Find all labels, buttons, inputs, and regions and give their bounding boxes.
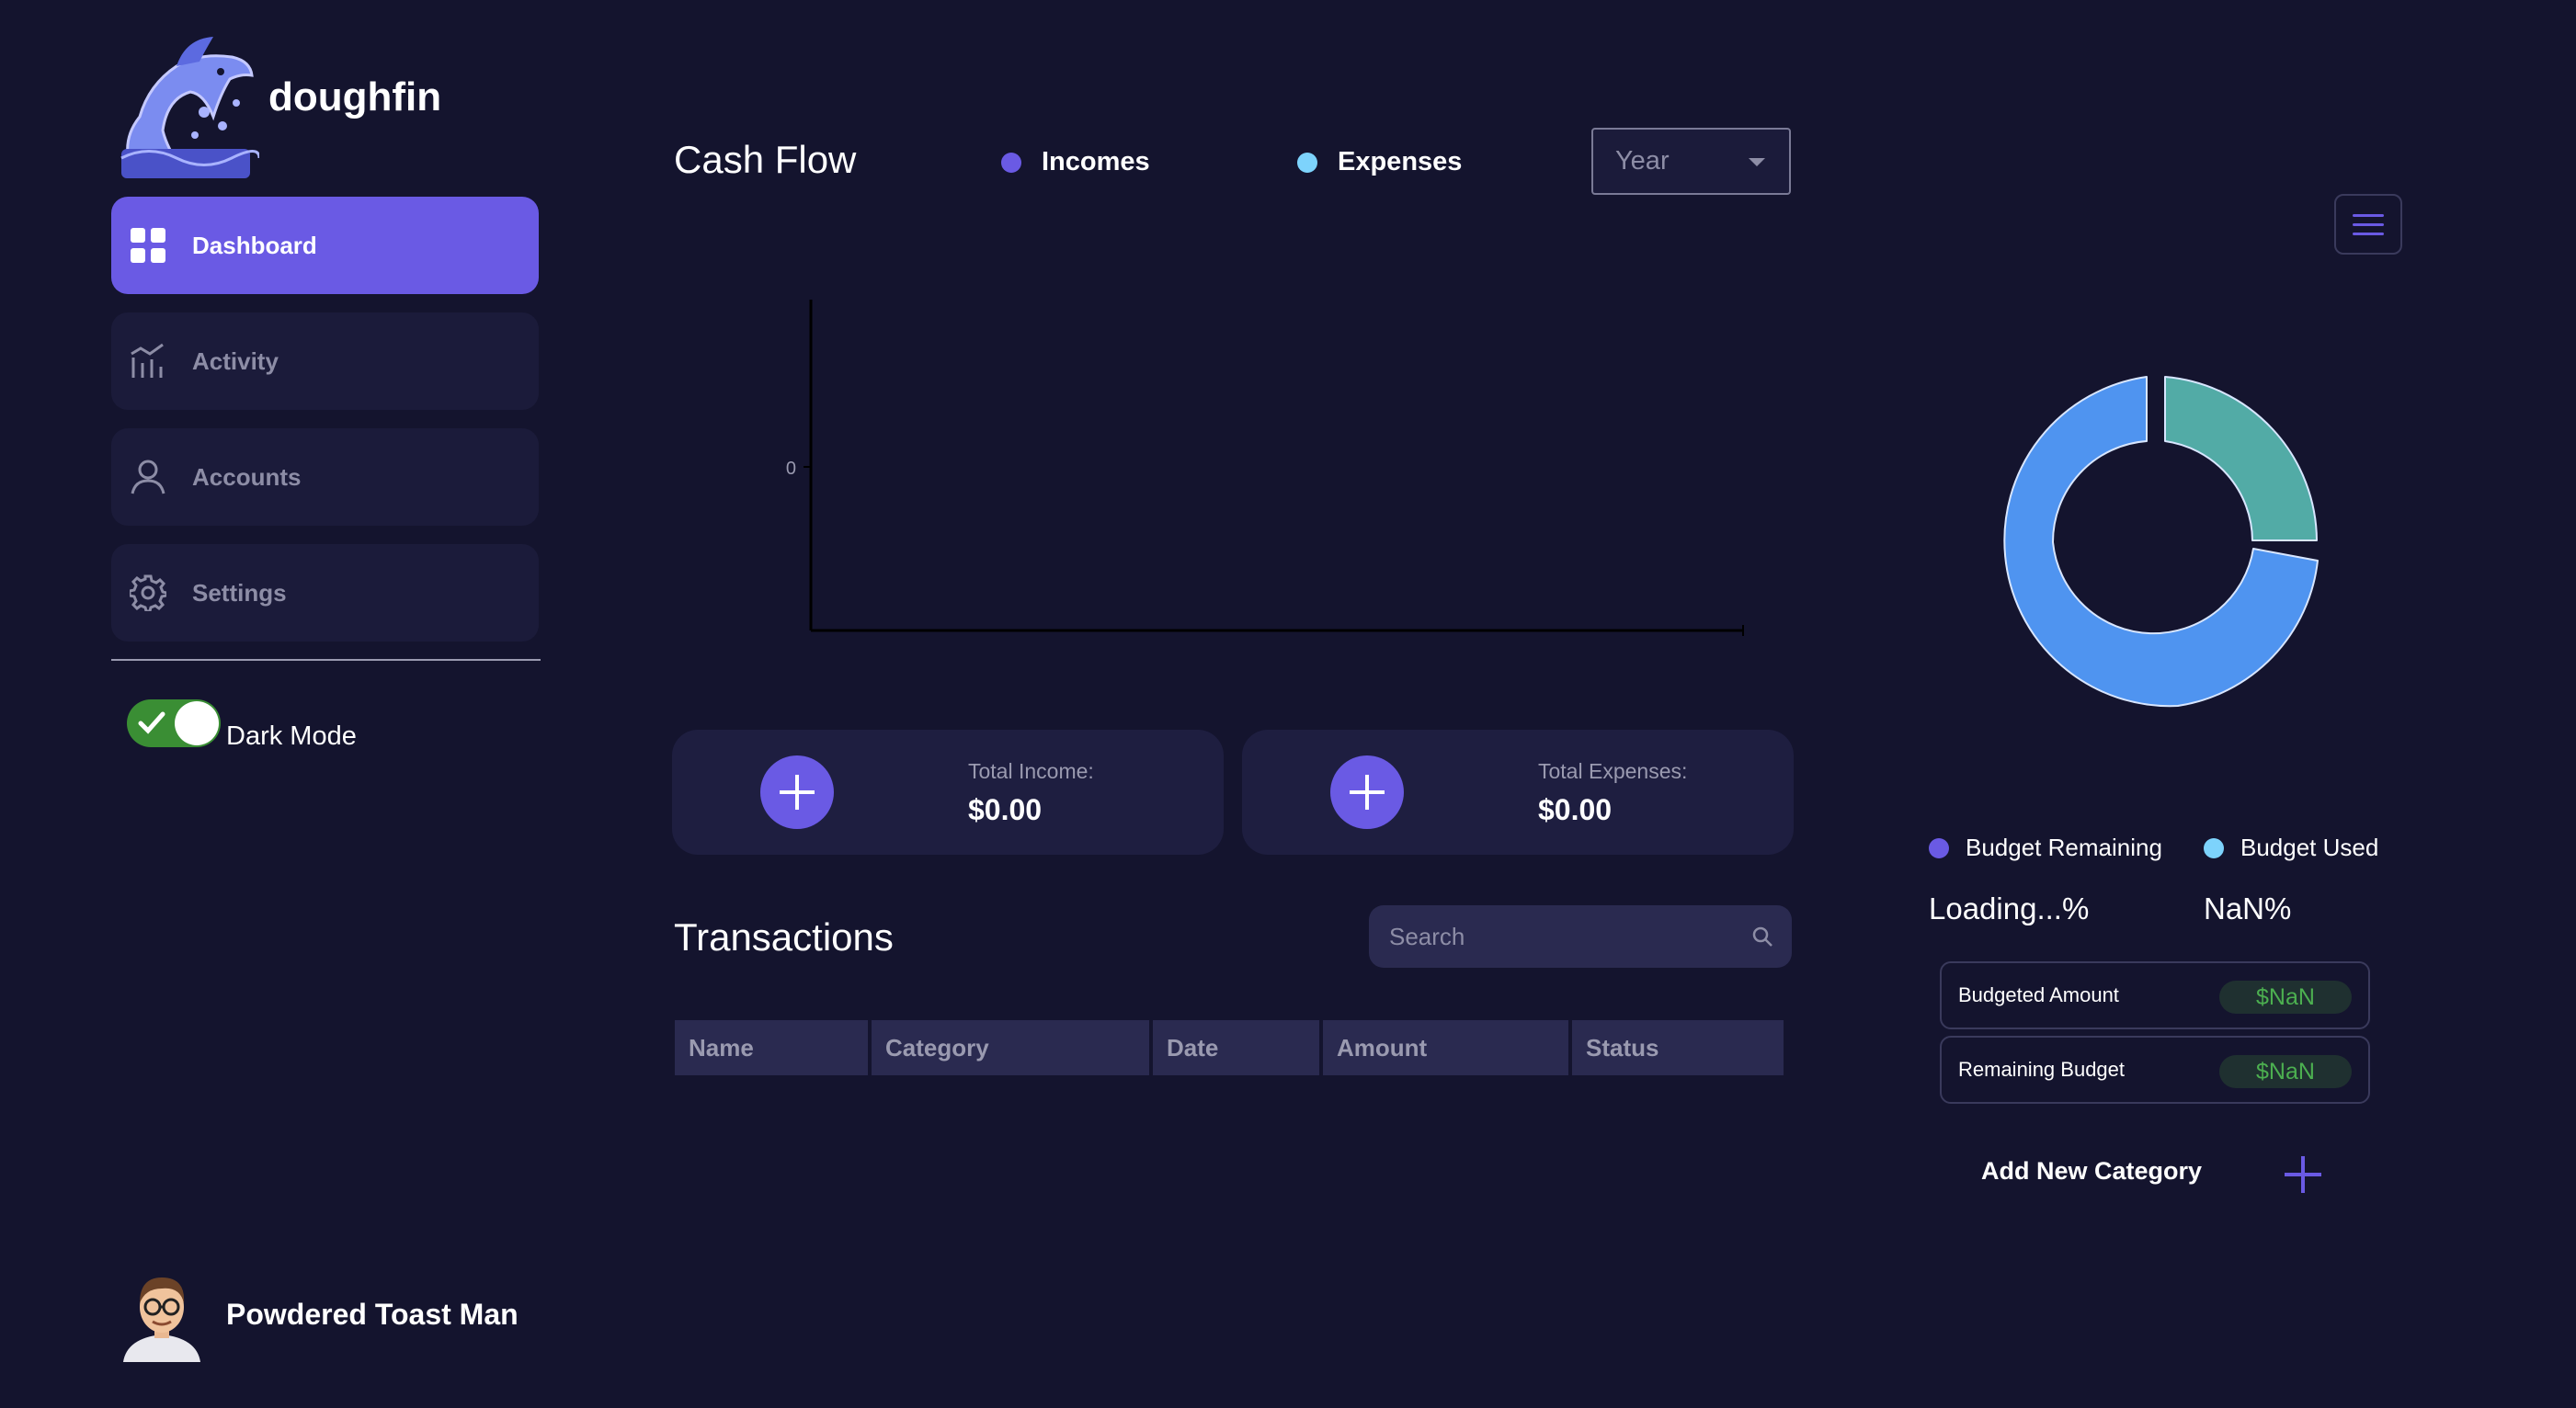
period-select[interactable]: Year bbox=[1591, 128, 1791, 195]
legend-label: Expenses bbox=[1338, 147, 1463, 176]
user-icon bbox=[130, 459, 166, 495]
expenses-dot-icon bbox=[1297, 152, 1317, 173]
gear-icon bbox=[130, 574, 166, 611]
legend-label: Budget Remaining bbox=[1966, 834, 2162, 861]
menu-button[interactable] bbox=[2334, 194, 2402, 255]
column-header-category[interactable]: Category bbox=[872, 1020, 1149, 1075]
budget-donut-chart bbox=[2003, 376, 2319, 708]
sidebar-item-settings[interactable]: Settings bbox=[111, 544, 539, 642]
add-category-label[interactable]: Add New Category bbox=[1981, 1157, 2202, 1186]
transactions-table-header: Name Category Date Amount Status bbox=[675, 1020, 1784, 1075]
remaining-budget-value: $NaN bbox=[2219, 1055, 2352, 1088]
hamburger-icon bbox=[2353, 213, 2384, 217]
dark-mode-label: Dark Mode bbox=[226, 721, 357, 751]
add-category-plus-icon[interactable] bbox=[2284, 1155, 2322, 1194]
search-icon[interactable] bbox=[1751, 925, 1773, 948]
sidebar-item-accounts[interactable]: Accounts bbox=[111, 428, 539, 526]
sidebar-item-label: Accounts bbox=[192, 462, 302, 491]
budget-remaining-dot-icon bbox=[1929, 837, 1949, 858]
user-name: Powdered Toast Man bbox=[226, 1297, 519, 1331]
total-income-label: Total Income: bbox=[968, 759, 1094, 783]
budgeted-amount-label: Budgeted Amount bbox=[1958, 983, 2119, 1006]
legend-budget-remaining[interactable]: Budget Remaining bbox=[1929, 834, 2162, 862]
transactions-title: Transactions bbox=[674, 915, 894, 959]
cash-flow-chart: 0 bbox=[786, 300, 1744, 636]
brand-name: doughfin bbox=[268, 74, 442, 119]
user-profile[interactable]: Powdered Toast Man bbox=[116, 1266, 519, 1362]
legend-budget-used[interactable]: Budget Used bbox=[2204, 834, 2378, 862]
total-expenses-card: Total Expenses: $0.00 bbox=[1242, 730, 1794, 855]
remaining-budget-row: Remaining Budget $NaN bbox=[1940, 1036, 2370, 1104]
avatar bbox=[123, 1277, 200, 1362]
legend-label: Incomes bbox=[1042, 147, 1150, 176]
sidebar-item-label: Settings bbox=[192, 578, 287, 607]
y-tick-label: 0 bbox=[786, 459, 796, 479]
sidebar-item-activity[interactable]: Activity bbox=[111, 312, 539, 410]
check-icon bbox=[138, 711, 165, 734]
budget-used-dot-icon bbox=[2204, 837, 2224, 858]
search-input[interactable] bbox=[1389, 922, 1720, 951]
legend-incomes[interactable]: Incomes bbox=[1001, 147, 1150, 177]
legend-label: Budget Used bbox=[2240, 834, 2379, 861]
dark-mode-toggle-row: Dark Mode bbox=[127, 694, 357, 752]
remaining-budget-label: Remaining Budget bbox=[1958, 1058, 2126, 1081]
activity-chart-icon bbox=[130, 343, 166, 380]
column-header-name[interactable]: Name bbox=[675, 1020, 868, 1075]
cash-flow-title: Cash Flow bbox=[674, 138, 857, 181]
total-income-value: $0.00 bbox=[968, 793, 1043, 826]
sidebar-item-label: Dashboard bbox=[192, 231, 317, 259]
chevron-down-icon bbox=[1749, 158, 1765, 166]
total-expenses-label: Total Expenses: bbox=[1538, 759, 1688, 783]
column-header-amount[interactable]: Amount bbox=[1323, 1020, 1568, 1075]
sidebar-item-label: Activity bbox=[192, 346, 279, 375]
brand-logo-row[interactable]: doughfin bbox=[112, 29, 441, 180]
plus-icon bbox=[780, 775, 815, 810]
total-income-card: Total Income: $0.00 bbox=[672, 730, 1224, 855]
add-expense-button[interactable] bbox=[1330, 755, 1404, 829]
budget-remaining-percent: Loading...% bbox=[1929, 891, 2090, 925]
period-select-value: Year bbox=[1615, 146, 1670, 176]
add-income-button[interactable] bbox=[760, 755, 834, 829]
dark-mode-toggle[interactable] bbox=[127, 698, 221, 747]
sidebar-item-dashboard[interactable]: Dashboard bbox=[111, 197, 539, 294]
sidebar-divider bbox=[111, 659, 541, 661]
budget-used-percent: NaN% bbox=[2204, 891, 2292, 925]
budgeted-amount-value: $NaN bbox=[2219, 981, 2352, 1014]
grid-icon bbox=[130, 227, 166, 264]
incomes-dot-icon bbox=[1001, 152, 1021, 173]
total-expenses-value: $0.00 bbox=[1538, 793, 1613, 826]
toggle-knob bbox=[175, 700, 219, 745]
column-header-date[interactable]: Date bbox=[1153, 1020, 1319, 1075]
plus-icon bbox=[1350, 775, 1385, 810]
budgeted-amount-row: Budgeted Amount $NaN bbox=[1940, 961, 2370, 1029]
dolphin-logo-icon bbox=[112, 29, 259, 180]
column-header-status[interactable]: Status bbox=[1572, 1020, 1784, 1075]
budget-remaining-segment bbox=[2164, 376, 2318, 541]
legend-expenses[interactable]: Expenses bbox=[1297, 147, 1462, 177]
search-box bbox=[1369, 905, 1792, 968]
